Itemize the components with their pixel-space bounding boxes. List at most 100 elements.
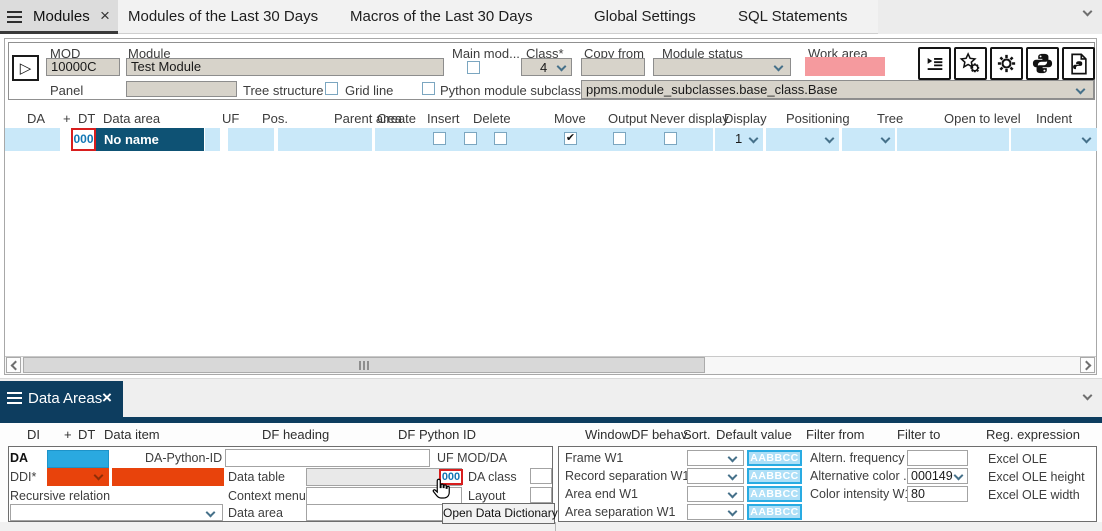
run-module-button[interactable] <box>918 47 951 80</box>
area-separation-color-badge[interactable]: AABBCC <box>747 504 802 520</box>
row-cell-flags <box>375 128 713 151</box>
close-icon[interactable]: × <box>100 6 110 26</box>
display-select[interactable]: 1 <box>715 128 763 151</box>
positioning-select[interactable] <box>766 128 839 151</box>
chevron-down-icon <box>206 508 216 518</box>
layout-label: Layout <box>468 489 506 503</box>
bcol-df-heading: DF heading <box>262 427 329 442</box>
frame-w1-color-badge[interactable]: AABBCC <box>747 450 802 466</box>
tab-modules-last-30-days[interactable]: Modules of the Last 30 Days <box>128 8 318 25</box>
add-row-button[interactable]: + <box>63 111 71 126</box>
tab-modules-label[interactable]: Modules <box>33 8 90 25</box>
col-display: Display <box>724 111 767 126</box>
scrollbar-thumb[interactable] <box>23 357 705 373</box>
ddi-field[interactable] <box>112 468 224 486</box>
display-value: 1 <box>735 131 742 146</box>
scroll-right-button[interactable] <box>1080 357 1095 373</box>
chevron-down-icon <box>1076 85 1086 95</box>
tab-modules[interactable]: Modules × <box>0 0 118 34</box>
settings-button[interactable] <box>990 47 1023 80</box>
menu-icon[interactable] <box>7 11 22 13</box>
class-select[interactable]: 4 <box>521 58 572 76</box>
create-checkbox[interactable] <box>433 132 446 145</box>
recursive-relation-label: Recursive relation <box>10 489 110 503</box>
customize-button[interactable] <box>954 47 987 80</box>
bcol-filter-to: Filter to <box>897 427 940 442</box>
row-cell[interactable] <box>205 128 220 151</box>
copy-from-field[interactable] <box>581 58 645 76</box>
python-subclass-select[interactable]: ppms.module_subclasses.base_class.Base <box>581 80 1094 99</box>
tab-data-areas-label[interactable]: Data Areas <box>28 390 102 407</box>
indent-select[interactable] <box>1011 128 1097 151</box>
module-status-select[interactable] <box>653 58 791 76</box>
excel-ole-label: Excel OLE <box>988 452 1047 466</box>
alternative-color-value: 000149 <box>911 469 953 483</box>
close-icon[interactable]: × <box>102 388 112 408</box>
menu-icon[interactable] <box>7 392 22 394</box>
tab-sql-statements[interactable]: SQL Statements <box>738 8 848 25</box>
row-dt-code[interactable]: 000 <box>71 128 96 151</box>
insert-checkbox[interactable] <box>464 132 477 145</box>
bottom-tab-bar <box>0 378 1102 417</box>
tree-select[interactable] <box>842 128 895 151</box>
da-label: DA <box>10 451 28 465</box>
main-mod-checkbox[interactable] <box>467 61 480 74</box>
record-separation-color-badge[interactable]: AABBCC <box>747 468 802 484</box>
panel-label: Panel <box>50 83 83 98</box>
panel-splitter[interactable] <box>555 522 556 531</box>
col-indent: Indent <box>1036 111 1072 126</box>
layout-field[interactable] <box>530 487 552 503</box>
area-end-w1-select[interactable] <box>687 486 744 502</box>
area-separation-w1-select[interactable] <box>687 504 744 520</box>
frame-w1-select[interactable] <box>687 450 744 466</box>
context-menu-label: Context menu <box>228 489 306 503</box>
recursive-relation-select[interactable] <box>10 504 223 521</box>
da-class-field[interactable] <box>530 468 552 484</box>
delete-checkbox[interactable] <box>494 132 507 145</box>
execute-module-button[interactable]: ▷ <box>12 55 39 81</box>
output-checkbox[interactable] <box>613 132 626 145</box>
da-python-id-field[interactable] <box>225 449 430 467</box>
data-area-field[interactable] <box>306 504 462 521</box>
python-subclass-checkbox[interactable] <box>422 82 435 95</box>
move-checkbox[interactable]: ✔ <box>564 132 577 145</box>
row-cell-parent-area[interactable] <box>278 128 372 151</box>
module-field[interactable]: Test Module <box>126 58 444 76</box>
col-dt: DT <box>78 111 95 126</box>
bcol-df-behav: DF behav. <box>631 427 690 442</box>
chevron-down-icon <box>774 62 784 72</box>
python-file-button[interactable] <box>1062 47 1095 80</box>
scroll-left-button[interactable] <box>6 357 21 373</box>
chevron-down-icon <box>728 489 738 499</box>
chevron-down-icon <box>749 134 759 144</box>
ddi-select[interactable] <box>47 468 109 486</box>
python-subclass-value: ppms.module_subclasses.base_class.Base <box>586 82 837 97</box>
grid-line-checkbox[interactable] <box>325 82 338 95</box>
area-end-color-badge[interactable]: AABBCC <box>747 486 802 502</box>
work-area-field[interactable] <box>805 57 885 76</box>
alternative-color-select[interactable]: 000149 <box>907 468 968 484</box>
row-cell-open-to-level[interactable] <box>897 128 1009 151</box>
mod-field[interactable]: 10000C <box>46 58 120 76</box>
scroll-left-icon <box>11 361 21 371</box>
altern-frequency-field[interactable] <box>907 450 968 466</box>
panel-field[interactable] <box>126 81 237 97</box>
da-field[interactable] <box>47 450 109 468</box>
python-button[interactable] <box>1026 47 1059 80</box>
row-data-area-selected[interactable]: No name <box>96 128 204 151</box>
row-cell-da[interactable] <box>5 128 60 151</box>
cursor-pointer-icon <box>429 476 453 502</box>
record-separation-w1-select[interactable] <box>687 468 744 484</box>
tab-global-settings[interactable]: Global Settings <box>594 8 696 25</box>
row-cell-uf[interactable] <box>228 128 274 151</box>
tab-macros-last-30-days[interactable]: Macros of the Last 30 Days <box>350 8 533 25</box>
main-mod-label: Main mod... <box>452 46 520 61</box>
color-intensity-field[interactable]: 80 <box>907 486 968 502</box>
never-display-checkbox[interactable] <box>664 132 677 145</box>
tree-structure-label: Tree structure <box>243 83 323 98</box>
add-item-button[interactable]: + <box>64 427 72 442</box>
tab-bar-right-shade <box>878 0 1102 34</box>
data-area-label: Data area <box>228 506 283 520</box>
tab-data-areas[interactable]: Data Areas × <box>0 381 123 417</box>
class-value: 4 <box>540 60 547 76</box>
